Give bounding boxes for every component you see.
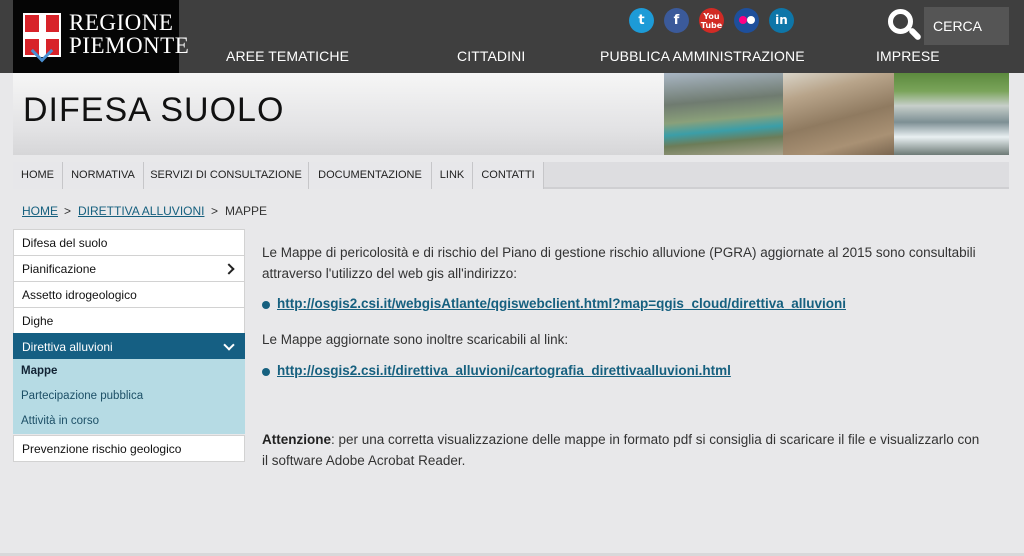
- download-link[interactable]: http://osgis2.csi.it/direttiva_alluvioni…: [277, 363, 731, 378]
- subnav-servizi[interactable]: SERVIZI DI CONSULTAZIONE: [144, 162, 309, 189]
- breadcrumb-separator: >: [64, 204, 72, 218]
- flickr-icon[interactable]: [734, 8, 759, 33]
- webgis-link[interactable]: http://osgis2.csi.it/webgisAtlante/qgisw…: [277, 296, 846, 311]
- top-header: REGIONE PIEMONTE t f You Tube in CERCA AR…: [0, 0, 1024, 73]
- breadcrumb-current: MAPPE: [225, 204, 268, 218]
- facebook-icon[interactable]: f: [664, 8, 689, 33]
- chevron-right-icon: [223, 263, 235, 275]
- section-nav: HOME NORMATIVA SERVIZI DI CONSULTAZIONE …: [13, 162, 1009, 189]
- sidebar-subitem-attivita[interactable]: Attività in corso: [13, 409, 245, 434]
- sidebar-item-prevenzione[interactable]: Prevenzione rischio geologico: [13, 435, 245, 462]
- breadcrumb-direttiva[interactable]: DIRETTIVA ALLUVIONI: [78, 204, 204, 218]
- logo-line-2: PIEMONTE: [69, 33, 190, 58]
- bullet-icon: [262, 301, 270, 309]
- page-title: DIFESA SUOLO: [23, 91, 285, 129]
- nav-cittadini[interactable]: CITTADINI: [457, 48, 525, 64]
- sidebar-subitem-partecipazione[interactable]: Partecipazione pubblica: [13, 384, 245, 409]
- search-icon[interactable]: [888, 9, 923, 42]
- sidebar-item-pianificazione[interactable]: Pianificazione: [13, 255, 245, 281]
- sidebar-item-label: Pianificazione: [22, 262, 97, 276]
- logo-line-1: REGIONE: [69, 10, 174, 35]
- youtube-icon[interactable]: You Tube: [699, 8, 724, 33]
- banner-photo-river: [894, 73, 1009, 155]
- breadcrumb-home[interactable]: HOME: [22, 204, 58, 218]
- attention-label: Attenzione: [262, 432, 331, 447]
- download-intro-text: Le Mappe aggiornate sono inoltre scarica…: [262, 332, 569, 347]
- linkedin-icon[interactable]: in: [769, 8, 794, 33]
- nav-aree-tematiche[interactable]: AREE TEMATICHE: [226, 48, 349, 64]
- section-banner: DIFESA SUOLO: [13, 73, 1009, 155]
- regione-piemonte-logo[interactable]: REGIONE PIEMONTE: [13, 0, 189, 73]
- intro-text: Le Mappe di pericolosità e di rischio de…: [262, 245, 976, 281]
- subnav-documentazione[interactable]: DOCUMENTAZIONE: [309, 162, 432, 189]
- sidebar-item-dighe[interactable]: Dighe: [13, 307, 245, 333]
- subnav-home[interactable]: HOME: [13, 162, 63, 189]
- attention-text: : per una corretta visualizzazione delle…: [262, 432, 980, 468]
- subnav-link[interactable]: LINK: [432, 162, 473, 189]
- nav-imprese[interactable]: IMPRESE: [876, 48, 940, 64]
- chevron-down-icon: [223, 339, 235, 351]
- search-input[interactable]: CERCA: [924, 7, 1009, 45]
- sidebar-item-direttiva-alluvioni[interactable]: Direttiva alluvioni: [13, 333, 245, 359]
- attention-note: Attenzione: per una corretta visualizzaz…: [262, 429, 982, 471]
- subnav-normativa[interactable]: NORMATIVA: [63, 162, 144, 189]
- nav-pubblica-amministrazione[interactable]: PUBBLICA AMMINISTRAZIONE: [600, 48, 805, 64]
- sidebar-item-label: Direttiva alluvioni: [22, 340, 113, 354]
- bullet-icon: [262, 368, 270, 376]
- piemonte-crest-icon: [23, 13, 61, 63]
- banner-photo-soil: [783, 73, 894, 155]
- sidebar-subitem-mappe[interactable]: Mappe: [13, 359, 245, 384]
- sidebar-item-assetto[interactable]: Assetto idrogeologico: [13, 281, 245, 307]
- subnav-contatti[interactable]: CONTATTI: [473, 162, 544, 189]
- sidebar-item-difesa-suolo[interactable]: Difesa del suolo: [13, 229, 245, 255]
- banner-photo-lake: [664, 73, 783, 155]
- twitter-icon[interactable]: t: [629, 8, 654, 33]
- breadcrumb-separator: >: [211, 204, 219, 218]
